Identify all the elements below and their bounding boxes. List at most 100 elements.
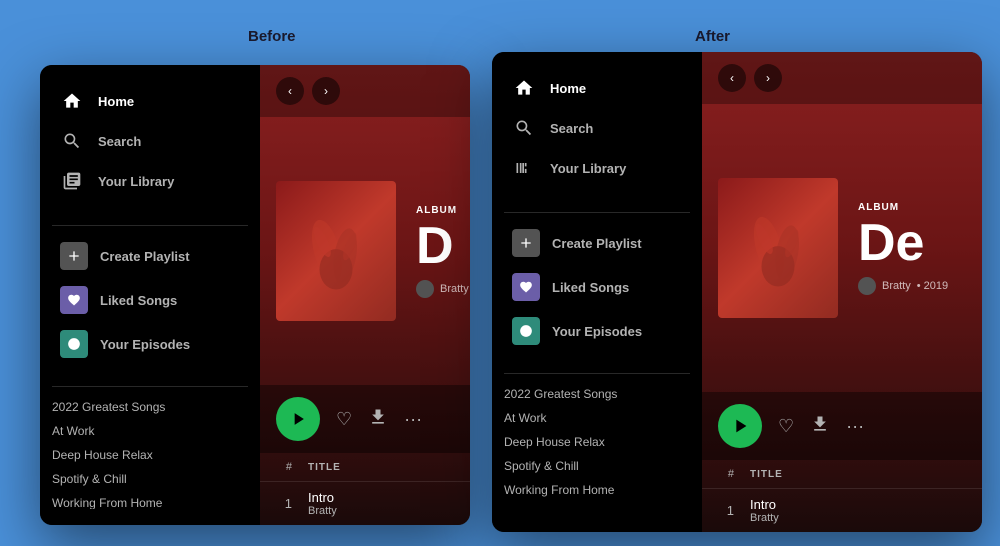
after-play-button[interactable] [718, 404, 762, 448]
after-track-row[interactable]: 1 Intro Bratty [702, 489, 982, 532]
after-track-header: # TITLE [702, 460, 982, 489]
sidebar-item-search[interactable]: Search [48, 121, 252, 161]
search-label: Search [98, 134, 141, 149]
playlist-item[interactable]: Working From Home [52, 491, 248, 509]
after-library-icon [512, 156, 536, 180]
after-track-artist: Bratty [750, 512, 779, 524]
after-back-button[interactable]: ‹ [718, 64, 746, 92]
after-playlist-item[interactable]: At Work [504, 406, 690, 430]
episodes-icon [60, 330, 88, 358]
after-col-title-header: TITLE [750, 469, 783, 480]
track-info: Intro Bratty [308, 490, 337, 517]
after-download-button[interactable] [810, 414, 830, 439]
liked-songs-label: Liked Songs [100, 293, 177, 308]
after-home-label: Home [550, 81, 586, 96]
album-title: D [416, 220, 469, 272]
after-controls: ♡ ··· [702, 392, 982, 460]
before-library-items: Create Playlist Liked Songs Your Episode… [40, 234, 260, 366]
after-album-hand-illustration [738, 193, 818, 303]
album-art [276, 181, 396, 321]
after-home-icon [512, 76, 536, 100]
artist-avatar [416, 280, 434, 298]
before-label: Before [248, 28, 296, 45]
playlist-item[interactable]: 2022 Greatest Songs [52, 395, 248, 419]
after-playlist-item[interactable]: Working From Home [504, 478, 690, 502]
play-button[interactable] [276, 397, 320, 441]
after-library-label: Your Library [550, 161, 626, 176]
sidebar-item-home[interactable]: Home [48, 81, 252, 121]
after-sidebar-item-home[interactable]: Home [500, 68, 694, 108]
after-album-meta: Bratty • 2019 [858, 277, 966, 295]
before-album-info: ALBUM D Bratty [416, 205, 469, 298]
after-year: • 2019 [917, 280, 948, 292]
after-album-art [718, 178, 838, 318]
track-artist: Bratty [308, 505, 337, 517]
episodes-item[interactable]: Your Episodes [48, 322, 252, 366]
after-nav: Home Search Your Library [492, 68, 702, 188]
after-panel: Home Search Your Library [492, 52, 982, 532]
artist-name: Bratty [440, 283, 469, 295]
create-playlist-item[interactable]: Create Playlist [48, 234, 252, 278]
back-button[interactable]: ‹ [276, 77, 304, 105]
home-icon [60, 89, 84, 113]
liked-icon [60, 286, 88, 314]
after-liked-icon [512, 273, 540, 301]
after-artist-name: Bratty [882, 280, 911, 292]
after-divider-1 [504, 212, 690, 213]
liked-songs-item[interactable]: Liked Songs [48, 278, 252, 322]
after-episodes-item[interactable]: Your Episodes [500, 309, 694, 353]
after-liked-songs-item[interactable]: Liked Songs [500, 265, 694, 309]
after-heart-button[interactable]: ♡ [778, 416, 794, 437]
before-sidebar: Home Search Your Library [40, 65, 260, 525]
divider-2 [52, 386, 248, 387]
track-name: Intro [308, 490, 337, 505]
after-divider-2 [504, 373, 690, 374]
after-playlist-item[interactable]: Deep House Relax [504, 430, 690, 454]
after-album-info: ALBUM De Bratty • 2019 [858, 202, 966, 295]
after-artist-avatar [858, 277, 876, 295]
album-hand-illustration [296, 196, 376, 306]
after-liked-songs-label: Liked Songs [552, 280, 629, 295]
search-icon [60, 129, 84, 153]
sidebar-item-library[interactable]: Your Library [48, 161, 252, 201]
heart-button[interactable]: ♡ [336, 409, 352, 430]
after-sidebar-item-library[interactable]: Your Library [500, 148, 694, 188]
playlist-item[interactable]: Deep House Relax [52, 443, 248, 467]
before-playlists: 2022 Greatest Songs At Work Deep House R… [40, 395, 260, 509]
after-playlist-item[interactable]: 2022 Greatest Songs [504, 382, 690, 406]
col-num-header: # [276, 461, 292, 473]
after-sidebar: Home Search Your Library [492, 52, 702, 532]
after-create-icon [512, 229, 540, 257]
after-top-bar: ‹ › [702, 52, 982, 104]
before-top-bar: ‹ › [260, 65, 470, 117]
after-album-tag: ALBUM [858, 202, 966, 213]
after-create-playlist-item[interactable]: Create Playlist [500, 221, 694, 265]
after-episodes-label: Your Episodes [552, 324, 642, 339]
create-playlist-label: Create Playlist [100, 249, 190, 264]
album-tag: ALBUM [416, 205, 469, 216]
album-meta: Bratty [416, 280, 469, 298]
after-track-info: Intro Bratty [750, 497, 779, 524]
after-more-button[interactable]: ··· [846, 416, 864, 437]
after-playlists: 2022 Greatest Songs At Work Deep House R… [492, 382, 702, 516]
library-label: Your Library [98, 174, 174, 189]
after-search-icon [512, 116, 536, 140]
after-sidebar-item-search[interactable]: Search [500, 108, 694, 148]
after-create-playlist-label: Create Playlist [552, 236, 642, 251]
episodes-label: Your Episodes [100, 337, 190, 352]
after-playlist-item[interactable]: Spotify & Chill [504, 454, 690, 478]
after-forward-button[interactable]: › [754, 64, 782, 92]
home-label: Home [98, 94, 134, 109]
forward-button[interactable]: › [312, 77, 340, 105]
after-episodes-icon [512, 317, 540, 345]
playlist-item[interactable]: Spotify & Chill [52, 467, 248, 491]
after-search-label: Search [550, 121, 593, 136]
create-icon [60, 242, 88, 270]
more-button[interactable]: ··· [404, 409, 422, 430]
before-track-header: # TITLE [260, 453, 470, 482]
playlist-item[interactable]: At Work [52, 419, 248, 443]
download-button[interactable] [368, 407, 388, 432]
before-track-row[interactable]: 1 Intro Bratty [260, 482, 470, 525]
track-number: 1 [276, 496, 292, 511]
after-col-num-header: # [718, 468, 734, 480]
